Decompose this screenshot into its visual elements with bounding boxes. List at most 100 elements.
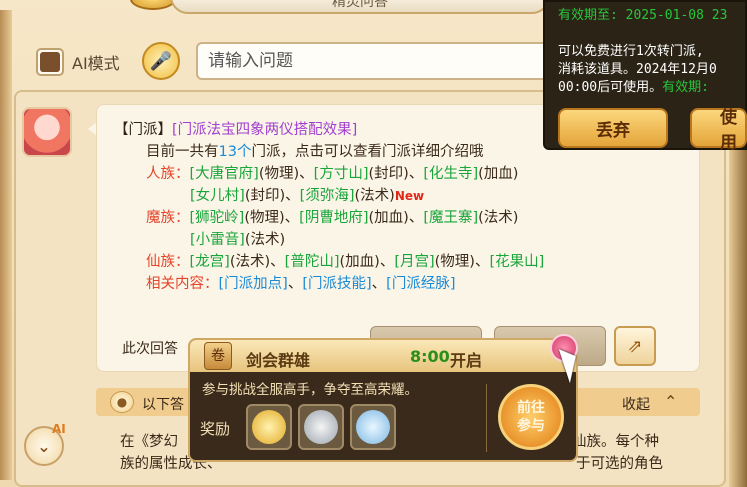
topic-tag: 【门派】 bbox=[114, 122, 172, 138]
collapse-button[interactable]: 收起 bbox=[622, 394, 650, 414]
demon-race-row: 魔族：[狮驼岭](物理)、[阴曹地府](加血)、[魔王寨](法术) bbox=[146, 208, 518, 228]
separator: 、 bbox=[270, 254, 285, 270]
assistant-avatar bbox=[22, 107, 72, 157]
intro-pre: 目前一共有 bbox=[146, 144, 219, 160]
ai-mode-checkbox[interactable] bbox=[36, 48, 64, 76]
microphone-button[interactable]: 🎤 bbox=[142, 42, 180, 80]
join-event-button[interactable]: 前往 参与 bbox=[498, 384, 564, 450]
event-divider bbox=[486, 384, 487, 452]
share-icon: ⇗ bbox=[627, 335, 643, 357]
section-title: 以下答 bbox=[142, 397, 184, 413]
sect-link[interactable]: [须弥海] bbox=[300, 188, 355, 204]
sect-link[interactable]: [小雷音] bbox=[190, 232, 245, 248]
badge-reward-icon bbox=[356, 410, 390, 444]
separator: 、 bbox=[287, 276, 303, 292]
related-label: 相关内容： bbox=[146, 276, 219, 292]
tooltip-expiry: 有效期至: 2025-01-08 23 bbox=[558, 8, 728, 23]
right-frame-border bbox=[729, 140, 747, 487]
related-link[interactable]: [门派经脉] bbox=[386, 276, 455, 292]
tooltip-desc-3: 00:00后可使用。有效期: bbox=[558, 76, 709, 95]
sect-note: (物理) bbox=[258, 166, 300, 182]
sect-note: (法术) bbox=[478, 210, 519, 226]
ai-mode-label: AI模式 bbox=[72, 54, 120, 73]
tooltip-desc-2: 消耗该道具。2024年12月0 bbox=[558, 62, 717, 77]
sect-link[interactable]: [龙宫] bbox=[190, 254, 230, 270]
share-button[interactable]: ⇗ bbox=[614, 326, 656, 366]
tooltip-desc-1: 可以免费进行1次转门派, bbox=[558, 44, 704, 59]
sect-link[interactable]: [方寸山] bbox=[314, 166, 369, 182]
checkbox-fill bbox=[40, 52, 60, 72]
event-description: 参与挑战全服高手，争夺至高荣耀。 bbox=[202, 382, 418, 398]
discard-button[interactable]: 丢弃 bbox=[558, 108, 668, 148]
sect-link[interactable]: [大唐官府] bbox=[190, 166, 259, 182]
sect-note: (物理) bbox=[434, 254, 475, 270]
topic-link[interactable]: [门派法宝四象两仪搭配效果] bbox=[172, 122, 357, 138]
sect-note: (法术) bbox=[244, 232, 286, 248]
sect-note: (加血) bbox=[478, 166, 519, 182]
chevron-down-icon: ⌄ bbox=[37, 436, 51, 456]
pet-icon: ● bbox=[110, 391, 134, 413]
sect-link[interactable]: [普陀山] bbox=[285, 254, 340, 270]
reward-slot[interactable] bbox=[246, 404, 292, 450]
separator: 、 bbox=[371, 276, 387, 292]
page-title: 精灵问答 bbox=[170, 0, 550, 14]
question-input[interactable] bbox=[196, 42, 556, 80]
detail-text-right-1: 仙族。每个种 bbox=[572, 434, 659, 450]
separator: 、 bbox=[285, 188, 300, 204]
ai-badge: AI bbox=[52, 422, 66, 436]
answer-feedback-label: 此次回答 bbox=[122, 341, 178, 357]
chevron-up-icon[interactable]: ⌃ bbox=[664, 392, 677, 411]
detail-text-right-2: 于可选的角色 bbox=[576, 456, 663, 472]
sect-note: (加血) bbox=[339, 254, 380, 270]
demon-race-row-2: [小雷音](法术) bbox=[190, 230, 285, 250]
microphone-icon: 🎤 bbox=[149, 50, 173, 72]
scroll-icon: 卷 bbox=[204, 342, 232, 370]
sect-count: 13个 bbox=[218, 144, 252, 160]
related-link[interactable]: [门派加点] bbox=[219, 276, 288, 292]
separator: 、 bbox=[379, 254, 395, 270]
reward-slot[interactable] bbox=[298, 404, 344, 450]
sect-note: (封印) bbox=[368, 166, 409, 182]
detail-text-line-1: 在《梦幻 bbox=[120, 434, 178, 450]
silver-coin-icon bbox=[304, 410, 338, 444]
sect-link[interactable]: [狮驼岭] bbox=[190, 210, 245, 226]
message-line-topic: 【门派】[门派法宝四象两仪搭配效果] bbox=[114, 120, 357, 140]
sect-note: (封印) bbox=[244, 188, 286, 204]
event-time: 8:00 bbox=[410, 347, 450, 366]
gold-coin-icon bbox=[252, 410, 286, 444]
join-event-line-1: 前往 bbox=[517, 400, 545, 416]
separator: 、 bbox=[299, 166, 314, 182]
sect-note: (法术) bbox=[354, 188, 395, 204]
separator: 、 bbox=[284, 210, 300, 226]
sect-link[interactable]: [月宫] bbox=[394, 254, 434, 270]
human-race-row-2: [女儿村](封印)、[须弥海](法术)New bbox=[190, 186, 424, 206]
related-content-row: 相关内容：[门派加点]、[门派技能]、[门派经脉] bbox=[146, 274, 455, 294]
tooltip-validity: 有效期: bbox=[662, 80, 709, 95]
sect-link[interactable]: [女儿村] bbox=[190, 188, 245, 204]
ai-mode-toggle[interactable]: AI模式 bbox=[36, 44, 120, 80]
sect-link[interactable]: [花果山] bbox=[489, 254, 544, 270]
sect-link[interactable]: [魔王寨] bbox=[423, 210, 478, 226]
sect-link[interactable]: [阴曹地府] bbox=[299, 210, 368, 226]
join-event-line-2: 参与 bbox=[517, 418, 545, 434]
related-link[interactable]: [门派技能] bbox=[302, 276, 371, 292]
reward-label: 奖励 bbox=[200, 420, 231, 438]
immortal-label: 仙族： bbox=[146, 254, 190, 270]
intro-post: 门派，点击可以查看门派详细介绍哦 bbox=[251, 144, 484, 160]
sect-note: (法术) bbox=[229, 254, 271, 270]
separator: 、 bbox=[408, 210, 424, 226]
left-frame-border bbox=[0, 10, 12, 480]
separator: 、 bbox=[474, 254, 490, 270]
sect-note: (加血) bbox=[368, 210, 409, 226]
new-badge: New bbox=[394, 189, 425, 203]
separator: 、 bbox=[408, 166, 424, 182]
event-title: 剑会群雄 bbox=[246, 351, 311, 370]
immortal-race-row: 仙族：[龙宫](法术)、[普陀山](加血)、[月宫](物理)、[花果山] bbox=[146, 252, 544, 272]
use-button[interactable]: 使用 bbox=[690, 108, 747, 153]
human-race-row: 人族：[大唐官府](物理)、[方寸山](封印)、[化生寺](加血) bbox=[146, 164, 518, 184]
tooltip-time: 00:00后可使用。 bbox=[558, 80, 663, 95]
message-line-intro: 目前一共有13个门派，点击可以查看门派详细介绍哦 bbox=[146, 142, 483, 162]
sect-note: (物理) bbox=[244, 210, 285, 226]
reward-slot[interactable] bbox=[350, 404, 396, 450]
sect-link[interactable]: [化生寺] bbox=[423, 166, 478, 182]
